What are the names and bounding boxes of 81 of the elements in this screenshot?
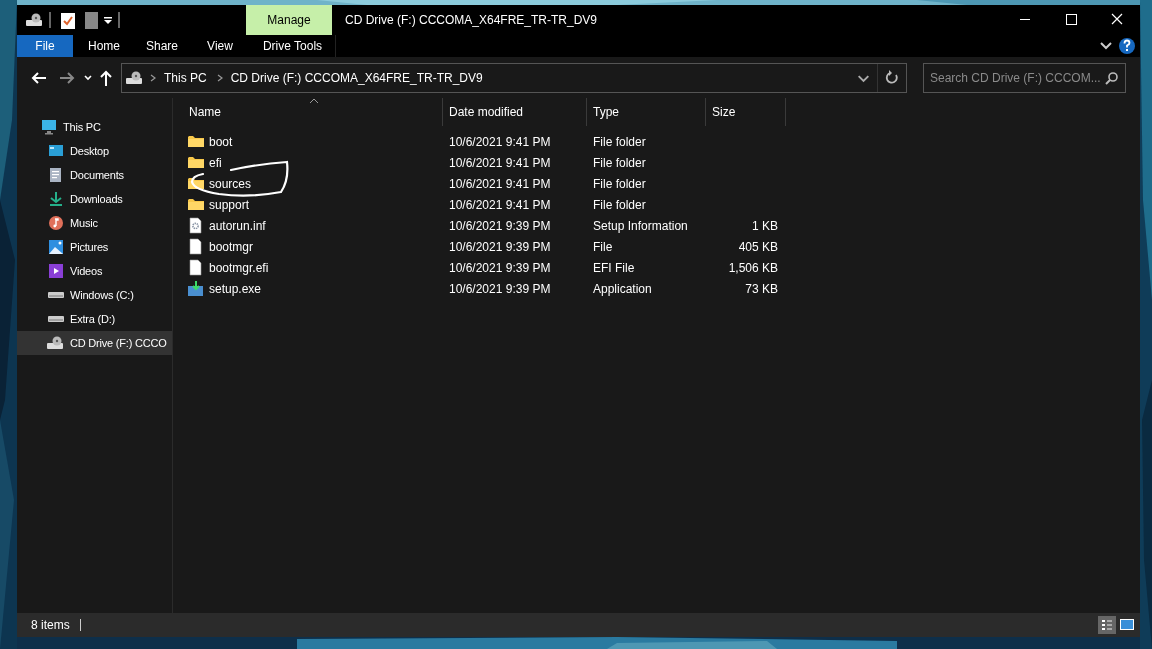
ribbon-tab[interactable]: Home <box>75 35 133 57</box>
table-cell-text: EFI File <box>592 259 636 277</box>
computer-icon <box>41 119 57 135</box>
column-header[interactable]: Size <box>706 98 786 126</box>
address-bar[interactable]: This PC CD Drive (F:) CCCOMA_X64FRE_TR-TR_DV9 <box>121 62 907 93</box>
column-header[interactable]: Date modified <box>443 98 587 126</box>
help-icon[interactable] <box>1118 35 1136 57</box>
drive-icon <box>46 335 64 351</box>
download-icon <box>48 191 64 207</box>
nav-item[interactable]: Downloads <box>17 187 172 211</box>
drive-icon <box>48 292 64 298</box>
table-cell-text: 1,506 KB <box>727 259 779 277</box>
ribbon-tab[interactable]: File <box>17 35 73 57</box>
nav-item[interactable]: Pictures <box>17 235 172 259</box>
table-cell[interactable]: support <box>183 194 443 215</box>
installer-icon <box>187 280 205 297</box>
ribbon-tab[interactable]: Share <box>133 35 191 57</box>
table-cell-text: 10/6/2021 9:41 PM <box>448 133 552 151</box>
nav-item[interactable]: Videos <box>17 259 172 283</box>
video-icon <box>48 263 64 279</box>
desktop-icon <box>48 143 64 159</box>
table-cell-text: 1 KB <box>751 217 779 235</box>
table-cell[interactable]: autorun.inf <box>183 215 443 236</box>
document-icon[interactable] <box>85 11 98 29</box>
table-cell-text: File folder <box>592 133 647 151</box>
search-icon <box>1105 70 1119 85</box>
chevron-right-icon <box>149 72 157 83</box>
file-icon <box>187 259 205 276</box>
table-cell-text: File folder <box>592 154 647 172</box>
drive-icon[interactable] <box>25 12 43 28</box>
column-header[interactable]: Type <box>587 98 706 126</box>
table-cell-text: 10/6/2021 9:39 PM <box>448 259 552 277</box>
table-cell-text: File folder <box>592 196 647 214</box>
picture-icon <box>48 239 64 255</box>
ribbon-tab[interactable]: View <box>191 35 249 57</box>
context-tab-header: Manage <box>246 5 332 35</box>
table-cell-text: File <box>592 238 614 256</box>
table-cell-text: Application <box>592 280 653 298</box>
folder-icon <box>187 175 205 192</box>
item-count: 8 items <box>31 617 70 634</box>
table-cell-text: 10/6/2021 9:39 PM <box>448 217 552 235</box>
drive-icon <box>125 69 143 86</box>
window-title: CD Drive (F:) CCCOMA_X64FRE_TR-TR_DV9 <box>344 12 599 29</box>
folder-icon <box>187 133 205 150</box>
table-cell[interactable]: sources <box>183 173 443 194</box>
table-cell-text: Setup Information <box>592 217 689 235</box>
chevron-right-icon <box>215 72 224 83</box>
file-icon <box>187 238 205 255</box>
table-cell-text: File folder <box>592 175 647 193</box>
table-cell-text: 10/6/2021 9:41 PM <box>448 154 552 172</box>
table-cell-text: 10/6/2021 9:41 PM <box>448 175 552 193</box>
breadcrumb[interactable]: This PC <box>164 68 207 87</box>
nav-item[interactable]: Documents <box>17 163 172 187</box>
music-icon <box>48 215 64 231</box>
table-cell-text: 405 KB <box>737 238 779 256</box>
table-cell[interactable]: bootmgr.efi <box>183 257 443 278</box>
settings-file-icon <box>187 217 205 234</box>
nav-item[interactable]: CD Drive (F:) CCCO <box>17 331 172 355</box>
drive-icon <box>48 316 64 322</box>
table-cell-text: 10/6/2021 9:39 PM <box>448 280 552 298</box>
nav-item[interactable]: Windows (C:) <box>17 283 172 307</box>
table-cell-text: 10/6/2021 9:41 PM <box>448 196 552 214</box>
nav-item[interactable]: This PC <box>17 115 172 139</box>
dropdown-icon[interactable] <box>104 16 112 24</box>
folder-icon <box>187 196 205 213</box>
column-header[interactable]: Name <box>183 98 443 126</box>
nav-item[interactable]: Desktop <box>17 139 172 163</box>
table-cell[interactable]: boot <box>183 131 443 152</box>
details-view-icon[interactable] <box>1098 616 1116 634</box>
breadcrumb[interactable]: CD Drive (F:) CCCOMA_X64FRE_TR-TR_DV9 <box>230 68 483 87</box>
nav-item[interactable]: Extra (D:) <box>17 307 172 331</box>
search-field[interactable]: Search CD Drive (F:) CCCOM... <box>923 62 1126 93</box>
table-cell[interactable]: setup.exe <box>183 278 443 299</box>
folder-icon <box>187 154 205 171</box>
table-cell-text: 10/6/2021 9:39 PM <box>448 238 552 256</box>
nav-item[interactable]: Music <box>17 211 172 235</box>
document-icon <box>48 167 64 183</box>
table-cell[interactable]: efi <box>183 152 443 173</box>
checklist-icon[interactable] <box>61 11 75 29</box>
table-cell[interactable]: bootmgr <box>183 236 443 257</box>
table-cell-text: 73 KB <box>744 280 779 298</box>
